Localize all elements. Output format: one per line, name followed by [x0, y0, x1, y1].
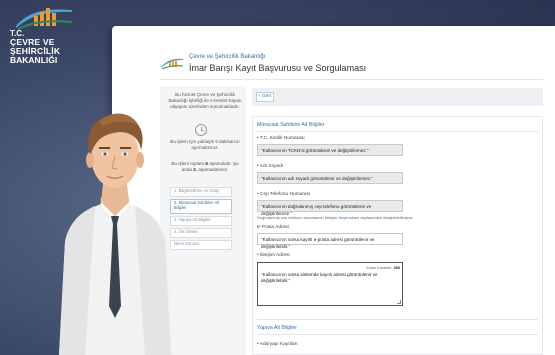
page-title: İmar Barışı Kayıt Başvurusu ve Sorgulama…: [189, 63, 367, 73]
ministry-logo: T.C. ÇEVRE VE ŞEHİRCİLİK BAKANLIĞI: [6, 2, 101, 65]
name-field: "Kullanıcının adı soyadı görüntülenir ve…: [257, 172, 403, 184]
email-label: E-Posta Adresi: [257, 225, 289, 230]
address-textarea[interactable]: Kalan Karakter: 300 "Kullanıcının varsa …: [257, 262, 403, 306]
address-label: • İletişim Adresi: [257, 253, 290, 258]
section-title-building: Yapıya Ait Bilgiler: [257, 325, 297, 331]
back-bar: ‹ Geri: [252, 88, 543, 106]
name-label: • Adı Soyadı: [257, 164, 284, 169]
section-divider-3: [257, 334, 538, 335]
contact-options-link[interactable]: İletişim Seçenekleri: [325, 215, 359, 220]
page-panel: Çevre ve Şehircilik Bakanlığı İmar Barış…: [112, 26, 555, 355]
steps-list: 1. Bilgilendirme ve Onay 2. Müracaat Sah…: [170, 187, 232, 252]
step-item-3: 3. Yapıya Ait Bilgiler: [170, 216, 232, 226]
back-button[interactable]: ‹ Geri: [256, 92, 274, 102]
step-item-2-active: 2. Müracaat Sahibine Ait Bilgiler: [170, 199, 232, 214]
address-value: "Kullanıcının varsa sistemde kayıtlı adr…: [261, 272, 378, 283]
resize-handle[interactable]: [397, 300, 401, 304]
duration-text: Bu işlem için yaklaşık 5 dakikanızı ayır…: [170, 139, 240, 150]
phone-label: • Cep Telefonu Numarası: [257, 192, 311, 197]
char-counter: Kalan Karakter: 300: [366, 266, 400, 270]
form-card: Müracaat Sahibine Ait Bilgiler • T.C. Ki…: [252, 116, 543, 355]
presenter-avatar: [59, 113, 173, 355]
step-item-result: İşlem Sonucu: [170, 240, 232, 250]
header-ministry-link[interactable]: Çevre ve Şehircilik Bakanlığı: [189, 54, 265, 60]
ministry-logo-mark: [16, 8, 73, 30]
email-input[interactable]: "Kullanıcının varsa kayıtlı e-posta adre…: [257, 233, 403, 249]
step-item-1: 1. Bilgilendirme ve Onay: [170, 187, 232, 197]
section-divider: [257, 131, 538, 132]
next-field-label: • Ada/yapı Kayıtları: [257, 342, 298, 347]
logo-line-2: ÇEVRE VE ŞEHİRCİLİK: [10, 37, 61, 56]
form-content: ‹ Geri Müracaat Sahibine Ait Bilgiler • …: [252, 86, 543, 355]
tc-label: • T.C. Kimlik Numarası: [257, 136, 305, 141]
step-item-4: 4. Ön İzleme: [170, 228, 232, 238]
logo-line-3: BAKANLIĞI: [10, 55, 58, 65]
clock-icon: [195, 124, 207, 136]
ministry-small-logo-icon: [161, 58, 184, 70]
section-divider-2: [257, 319, 538, 320]
page-header: Çevre ve Şehircilik Bakanlığı İmar Barış…: [160, 46, 543, 80]
section-title-applicant: Müracaat Sahibine Ait Bilgiler: [257, 122, 325, 128]
service-info-text: Bu hizmet Çevre ve Şehircilik Bakanlığı …: [168, 92, 242, 109]
phone-help-text: Doğrulanmış cep telefonu numaranızı İlet…: [257, 215, 414, 220]
steps-info-text: Bu işlem toplam 6 aşamalıdır. Şu anda 2.…: [171, 161, 239, 172]
tc-field: "Kullanıcının TCKN'si görüntülenir ve de…: [257, 144, 403, 156]
phone-field: "Kullanıcının doğrulanmış cep telefonu g…: [257, 200, 403, 216]
